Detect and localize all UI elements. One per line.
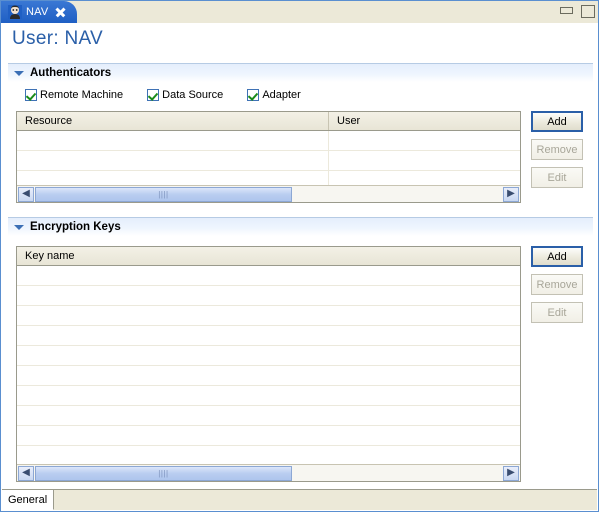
table-row[interactable] <box>17 366 520 386</box>
add-button[interactable]: Add <box>531 246 583 267</box>
table-row[interactable] <box>17 386 520 406</box>
scrollbar-grip: |||| <box>158 468 169 478</box>
horizontal-scrollbar[interactable]: ◀ |||| ▶ <box>17 185 520 202</box>
column-header-key-name[interactable]: Key name <box>17 247 520 265</box>
table-cell <box>17 426 520 445</box>
column-header-user[interactable]: User <box>329 112 520 130</box>
minimize-icon[interactable] <box>559 4 573 17</box>
section-header-authenticators[interactable]: Authenticators <box>8 63 593 82</box>
authenticators-table[interactable]: Resource User ◀ |||| ▶ <box>16 111 521 203</box>
table-row[interactable] <box>17 286 520 306</box>
section-encryption-keys: Encryption Keys <box>8 217 593 236</box>
checkbox-label: Remote Machine <box>40 89 124 101</box>
table-cell <box>17 286 520 305</box>
table-row[interactable] <box>17 266 520 286</box>
table-cell <box>17 446 520 465</box>
table-cell <box>17 266 520 285</box>
checkbox-box[interactable] <box>147 89 160 101</box>
table-cell <box>17 346 520 365</box>
column-header-resource[interactable]: Resource <box>17 112 329 130</box>
table-header-row: Key name <box>17 247 520 266</box>
table-cell <box>17 366 520 385</box>
table-header-row: Resource User <box>17 112 520 131</box>
table-row[interactable] <box>17 346 520 366</box>
table-cell <box>17 131 329 150</box>
section-title: Authenticators <box>30 67 112 79</box>
scrollbar-track[interactable]: |||| <box>35 465 502 481</box>
tabbar-filler <box>54 490 597 510</box>
editor-tabstrip: NAV <box>1 1 598 23</box>
section-header-encryption-keys[interactable]: Encryption Keys <box>8 217 593 236</box>
checkbox-label: Data Source <box>162 89 224 101</box>
authenticator-checkbox-row: Remote Machine Data Source Adapter <box>25 89 301 101</box>
table-cell <box>17 386 520 405</box>
table-body <box>17 266 520 466</box>
add-button[interactable]: Add <box>531 111 583 132</box>
table-cell <box>17 151 329 170</box>
encryption-keys-button-group: Add Remove Edit <box>531 246 583 323</box>
page-title: User: NAV <box>12 28 104 49</box>
table-row[interactable] <box>17 131 520 151</box>
section-authenticators: Authenticators <box>8 63 593 82</box>
authenticators-button-group: Add Remove Edit <box>531 111 583 188</box>
table-row[interactable] <box>17 406 520 426</box>
scroll-left-icon[interactable]: ◀ <box>18 186 34 202</box>
checkbox-adapter[interactable]: Adapter <box>247 89 301 101</box>
table-cell <box>17 306 520 325</box>
tab-general[interactable]: General <box>2 490 55 510</box>
table-row[interactable] <box>17 426 520 446</box>
editor-window: NAV User: NAV Authenticators Remote Mach… <box>0 0 599 512</box>
edit-button[interactable]: Edit <box>531 302 583 323</box>
checkbox-box[interactable] <box>247 89 260 101</box>
table-cell <box>17 326 520 345</box>
scrollbar-thumb[interactable]: |||| <box>35 465 292 481</box>
scrollbar-track[interactable]: |||| <box>35 186 502 202</box>
checkbox-box[interactable] <box>25 89 37 101</box>
checkbox-label: Adapter <box>262 89 301 101</box>
editor-tab-label: NAV <box>26 6 49 18</box>
horizontal-scrollbar[interactable]: ◀ |||| ▶ <box>17 464 520 481</box>
section-title: Encryption Keys <box>30 221 121 233</box>
remove-button[interactable]: Remove <box>531 274 583 295</box>
window-controls <box>559 4 595 18</box>
table-cell <box>329 131 520 150</box>
editor-tab-nav[interactable]: NAV <box>1 1 77 23</box>
table-row[interactable] <box>17 151 520 171</box>
table-row[interactable] <box>17 326 520 346</box>
scroll-right-icon[interactable]: ▶ <box>503 186 519 202</box>
close-icon[interactable] <box>54 6 66 18</box>
checkbox-data-source[interactable]: Data Source <box>147 89 223 101</box>
remove-button[interactable]: Remove <box>531 139 583 160</box>
encryption-keys-table[interactable]: Key name ◀ |||| ▶ <box>16 246 521 482</box>
table-cell <box>17 406 520 425</box>
chevron-down-icon[interactable] <box>14 225 24 230</box>
scroll-left-icon[interactable]: ◀ <box>18 465 34 481</box>
chevron-down-icon[interactable] <box>14 71 24 76</box>
user-avatar-icon <box>8 5 22 19</box>
edit-button[interactable]: Edit <box>531 167 583 188</box>
scroll-right-icon[interactable]: ▶ <box>503 465 519 481</box>
bottom-tabbar: General <box>2 489 597 510</box>
scrollbar-grip: |||| <box>158 189 169 199</box>
table-cell <box>329 151 520 170</box>
scrollbar-thumb[interactable]: |||| <box>35 186 292 202</box>
table-row[interactable] <box>17 306 520 326</box>
checkbox-remote-machine[interactable]: Remote Machine <box>25 89 123 101</box>
table-row[interactable] <box>17 446 520 466</box>
maximize-icon[interactable] <box>580 4 595 18</box>
